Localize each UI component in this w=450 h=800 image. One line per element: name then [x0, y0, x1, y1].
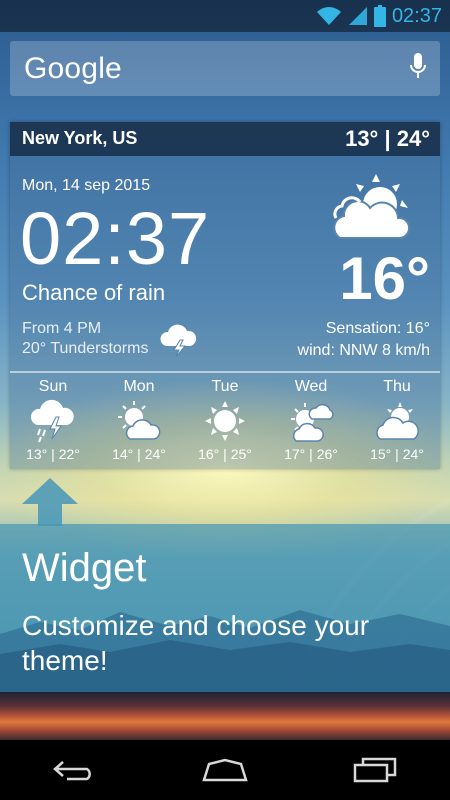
- mic-icon[interactable]: [410, 52, 426, 85]
- wind-label: wind: NNW 8 km/h: [297, 342, 430, 359]
- wifi-icon: [316, 6, 342, 26]
- battery-icon: [373, 5, 386, 27]
- promo-title: Widget: [22, 546, 147, 590]
- day-range: 14° | 24°: [112, 446, 166, 462]
- day-name: Thu: [383, 378, 411, 395]
- sun-cloud-icon: [330, 170, 414, 247]
- alert-time: From 4 PM: [22, 320, 102, 337]
- day-name: Sun: [38, 378, 68, 395]
- forecast-row: Sun 13° | 22° Mon 14° | 24° Tue 16° | 25…: [10, 376, 440, 468]
- recents-icon[interactable]: [325, 740, 425, 800]
- status-clock: 02:37: [391, 4, 442, 27]
- back-icon[interactable]: [25, 740, 125, 800]
- home-icon[interactable]: [175, 740, 275, 800]
- day-name: Wed: [294, 378, 328, 395]
- day-range: 15° | 24°: [370, 446, 424, 462]
- forecast-day[interactable]: Thu 15° | 24°: [354, 376, 440, 468]
- day-name: Mon: [123, 378, 155, 395]
- forecast-day[interactable]: Mon 14° | 24°: [96, 376, 182, 468]
- divider: [10, 371, 440, 373]
- day-range: 13° | 22°: [26, 446, 80, 462]
- sun-icon: [202, 398, 248, 444]
- sensation-label: Sensation: 16°: [325, 320, 430, 337]
- widget-clock[interactable]: 02:37: [20, 194, 210, 284]
- day-name: Tue: [211, 378, 239, 395]
- navigation-bar: [0, 740, 450, 800]
- sun-cloud-icon: [374, 398, 420, 444]
- storm-rain-icon: [30, 398, 76, 444]
- thunderstorm-icon: [158, 322, 198, 363]
- alert-text: 20° Tunderstorms: [22, 340, 149, 357]
- wallpaper-sunset: [0, 692, 450, 740]
- forecast-day[interactable]: Sun 13° | 22°: [10, 376, 96, 468]
- google-logo[interactable]: Google: [24, 52, 122, 86]
- google-search-bar[interactable]: Google: [10, 41, 440, 96]
- widget-promo-banner[interactable]: Widget Customize and choose your theme!: [0, 524, 450, 692]
- sun-cloud-icon: [116, 398, 162, 444]
- temp-range: 13° | 24°: [345, 126, 430, 151]
- day-range: 17° | 26°: [284, 446, 338, 462]
- day-range: 16° | 25°: [198, 446, 252, 462]
- promo-subtitle: Customize and choose your theme!: [22, 610, 370, 676]
- sun-clouds-icon: [288, 398, 334, 444]
- forecast-day[interactable]: Wed 17° | 26°: [268, 376, 354, 468]
- location-label[interactable]: New York, US: [22, 128, 137, 149]
- signal-icon: [348, 6, 368, 26]
- status-bar: 02:37: [0, 0, 450, 32]
- current-temp: 16°: [339, 245, 430, 312]
- weather-widget[interactable]: New York, US 13° | 24° Mon, 14 sep 2015 …: [10, 122, 440, 469]
- forecast-day[interactable]: Tue 16° | 25°: [182, 376, 268, 468]
- condition-label: Chance of rain: [22, 280, 166, 305]
- date-label: Mon, 14 sep 2015: [22, 177, 151, 194]
